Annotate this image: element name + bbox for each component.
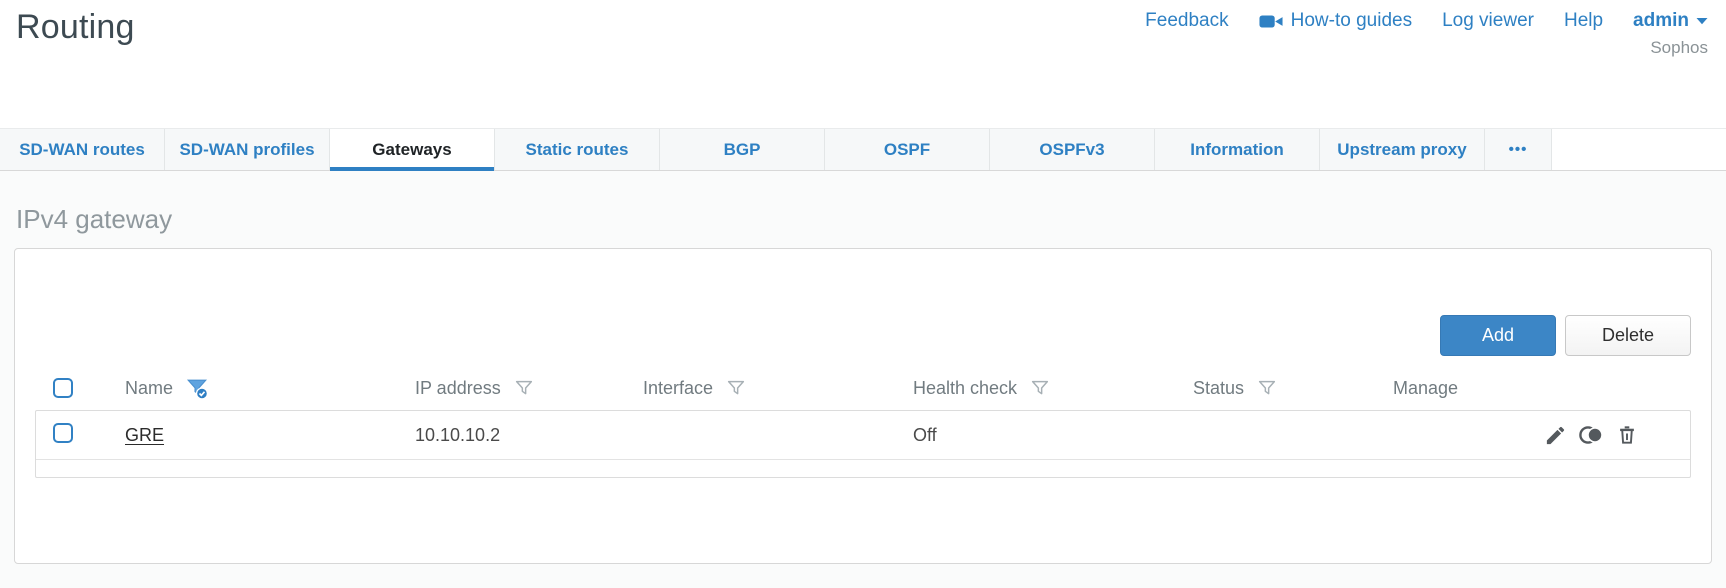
filter-icon[interactable] [1256,377,1278,399]
column-label: Name [125,377,174,398]
delete-row-button[interactable] [1616,424,1638,447]
tab-label: Information [1190,139,1284,159]
tab-label: OSPF [883,139,931,159]
filter-icon[interactable] [1029,377,1051,399]
ellipsis-icon: ••• [1508,141,1528,158]
select-all-checkbox[interactable] [53,378,73,398]
tab-bar: SD-WAN routes SD-WAN profiles Gateways S… [0,128,1726,171]
gateway-name-link[interactable]: GRE [125,425,164,445]
row-checkbox[interactable] [53,422,73,443]
admin-user-menu[interactable]: admin [1633,10,1708,32]
tab-ospf[interactable]: OSPF [825,129,990,170]
header-nav: Feedback How-to guides Log viewer Help a… [1145,6,1708,58]
table-header-row: Name IP address Interface Health check S… [35,366,1691,410]
brand-label: Sophos [1650,38,1708,57]
tab-upstream-proxy[interactable]: Upstream proxy [1320,129,1485,170]
tab-sd-wan-profiles[interactable]: SD-WAN profiles [165,129,330,170]
tab-label: SD-WAN profiles [179,139,315,159]
tab-information[interactable]: Information [1155,129,1320,170]
ipv4-gateway-card: Add Delete Name IP address Interface Hea… [14,248,1712,564]
column-label: Status [1193,377,1245,398]
video-camera-icon [1259,13,1283,30]
column-header-ip-address: IP address [395,377,623,399]
content-area: IPv4 gateway Add Delete Name IP address … [0,171,1726,588]
log-viewer-link[interactable]: Log viewer [1442,10,1534,32]
table-body: GRE 10.10.10.2 Off [35,410,1691,478]
tab-sd-wan-routes[interactable]: SD-WAN routes [0,129,165,170]
table-actions: Add Delete [35,249,1691,356]
feedback-link-label: Feedback [1145,10,1229,31]
tab-label: BGP [723,139,761,159]
add-button[interactable]: Add [1440,315,1556,356]
clone-icon [1578,423,1605,447]
column-label: Interface [643,377,714,398]
section-title: IPv4 gateway [16,204,173,234]
help-link[interactable]: Help [1564,10,1603,32]
column-header-name: Name [105,376,395,401]
delete-button[interactable]: Delete [1565,315,1691,356]
pencil-icon [1544,424,1567,447]
column-label: Health check [913,377,1018,398]
tab-label: Upstream proxy [1337,139,1467,159]
filter-active-icon[interactable] [185,376,210,401]
how-to-guides-label: How-to guides [1290,10,1413,31]
topbar: Routing Feedback How-to guides Log viewe… [0,0,1726,58]
edit-button[interactable] [1544,424,1567,447]
health-check-cell: Off [913,424,937,445]
column-header-manage: Manage [1373,378,1691,399]
tab-static-routes[interactable]: Static routes [495,129,660,170]
tab-label: Gateways [372,139,452,159]
how-to-guides-link[interactable]: How-to guides [1259,10,1412,32]
help-label: Help [1563,10,1604,31]
column-label: Manage [1393,377,1459,398]
column-header-status: Status [1173,377,1373,399]
feedback-link[interactable]: Feedback [1145,10,1228,32]
tab-label: OSPFv3 [1039,139,1105,159]
ip-address-cell: 10.10.10.2 [415,424,501,445]
page-title: Routing [16,8,135,46]
tab-label: Static routes [525,139,629,159]
tabstrip-filler [1552,129,1726,170]
table-row: GRE 10.10.10.2 Off [36,411,1690,460]
admin-user-label: admin [1633,10,1689,31]
chevron-down-icon [1696,17,1708,25]
tab-bgp[interactable]: BGP [660,129,825,170]
log-viewer-label: Log viewer [1442,10,1534,31]
clone-button[interactable] [1578,423,1605,447]
tab-ospfv3[interactable]: OSPFv3 [990,129,1155,170]
column-header-health-check: Health check [893,377,1173,399]
column-label: IP address [415,377,501,398]
trash-icon [1616,424,1638,447]
column-header-interface: Interface [623,377,893,399]
tab-gateways[interactable]: Gateways [330,129,495,171]
tab-overflow-button[interactable]: ••• [1485,129,1552,170]
tab-label: SD-WAN routes [19,139,145,159]
filter-icon[interactable] [725,377,747,399]
filter-icon[interactable] [513,377,535,399]
